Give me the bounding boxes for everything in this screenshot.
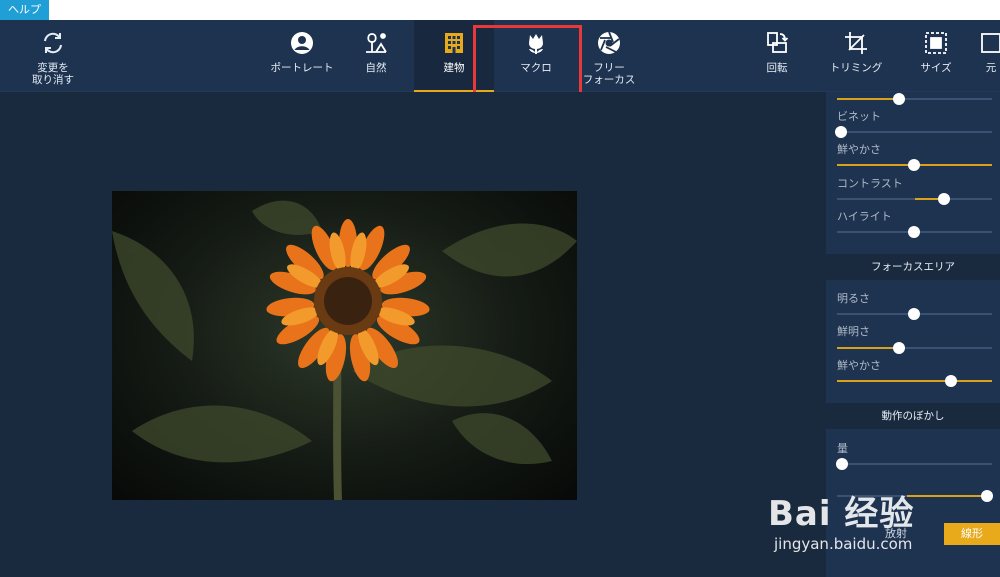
- resize-icon: [925, 32, 947, 54]
- rotate-button[interactable]: 回転: [752, 20, 802, 92]
- original-label: 元: [985, 62, 997, 74]
- slider-top-partial[interactable]: [837, 93, 992, 105]
- tool-macro-label: マクロ: [520, 62, 552, 74]
- rotate-label: 回転: [766, 62, 788, 74]
- building-icon: [445, 33, 463, 53]
- section-motion-blur: 動作のぼかし: [826, 403, 1000, 429]
- watermark-url: jingyan.baidu.com: [774, 535, 913, 553]
- baidu-watermark: Bai 经验: [768, 494, 915, 534]
- tool-nature[interactable]: 自然: [346, 20, 406, 92]
- macro-flower-icon: [529, 34, 543, 54]
- slider-vignette[interactable]: [835, 126, 992, 138]
- portrait-icon: [291, 32, 313, 54]
- rotate-icon: [767, 32, 789, 53]
- photo-preview: [112, 191, 577, 500]
- slider-highlight[interactable]: [837, 226, 992, 238]
- slider-knob[interactable]: [908, 226, 920, 238]
- slider-label-vibrance: 鮮やかさ: [837, 143, 881, 156]
- original-icon: [981, 33, 1000, 53]
- trim-button[interactable]: トリミング: [823, 20, 889, 92]
- size-label: サイズ: [920, 62, 952, 74]
- slider-amount[interactable]: [836, 458, 992, 470]
- title-strip: [0, 0, 1000, 20]
- undo-label: 変更を 取り消す: [32, 62, 74, 86]
- help-menu[interactable]: ヘルプ: [0, 0, 49, 20]
- slider-knob[interactable]: [893, 342, 905, 354]
- slider-knob[interactable]: [938, 193, 950, 205]
- slider-label-vignette: ビネット: [837, 110, 881, 123]
- slider-knob[interactable]: [835, 126, 847, 138]
- slider-knob[interactable]: [908, 308, 920, 320]
- sunflower-image: [112, 200, 577, 500]
- tool-portrait[interactable]: ポートレート: [264, 20, 340, 92]
- slider-brightness[interactable]: [837, 308, 992, 320]
- crop-icon: [845, 32, 867, 54]
- slider-label-brightness: 明るさ: [837, 292, 870, 305]
- undo-icon: [44, 32, 62, 54]
- slider-vibrance[interactable]: [837, 159, 992, 171]
- aperture-icon: [598, 31, 620, 54]
- slider-label-focus-vibrance: 鮮やかさ: [837, 359, 881, 372]
- slider-focus-vibrance[interactable]: [837, 375, 992, 387]
- slider-sharpness[interactable]: [837, 342, 992, 354]
- tool-nature-label: 自然: [365, 62, 387, 74]
- original-button[interactable]: 元: [978, 20, 1000, 92]
- section-focus-area: フォーカスエリア: [826, 254, 1000, 280]
- size-button[interactable]: サイズ: [908, 20, 964, 92]
- undo-button[interactable]: 変更を 取り消す: [18, 20, 88, 92]
- slider-label-contrast: コントラスト: [837, 177, 903, 190]
- mode-linear-button[interactable]: 線形: [944, 523, 1000, 545]
- nature-icon: [366, 33, 387, 53]
- slider-knob[interactable]: [893, 93, 905, 105]
- tool-portrait-label: ポートレート: [270, 62, 334, 74]
- toolbar: 変更を 取り消す ポートレート 自然 建物 マクロ フリー フォーカス 回転 ト…: [0, 20, 1000, 92]
- tool-free-focus-label: フリー フォーカス: [582, 62, 636, 86]
- slider-knob[interactable]: [945, 375, 957, 387]
- tool-macro[interactable]: マクロ: [498, 20, 574, 92]
- slider-contrast[interactable]: [837, 193, 992, 205]
- slider-knob[interactable]: [981, 490, 993, 502]
- trim-label: トリミング: [829, 62, 883, 74]
- tool-building-label: 建物: [443, 62, 465, 74]
- tool-free-focus[interactable]: フリー フォーカス: [576, 20, 642, 92]
- slider-label-sharpness: 鮮明さ: [837, 325, 870, 338]
- slider-knob[interactable]: [836, 458, 848, 470]
- slider-label-amount: 量: [837, 442, 848, 455]
- tool-building[interactable]: 建物: [414, 20, 494, 92]
- slider-label-highlight: ハイライト: [837, 210, 892, 223]
- slider-knob[interactable]: [908, 159, 920, 171]
